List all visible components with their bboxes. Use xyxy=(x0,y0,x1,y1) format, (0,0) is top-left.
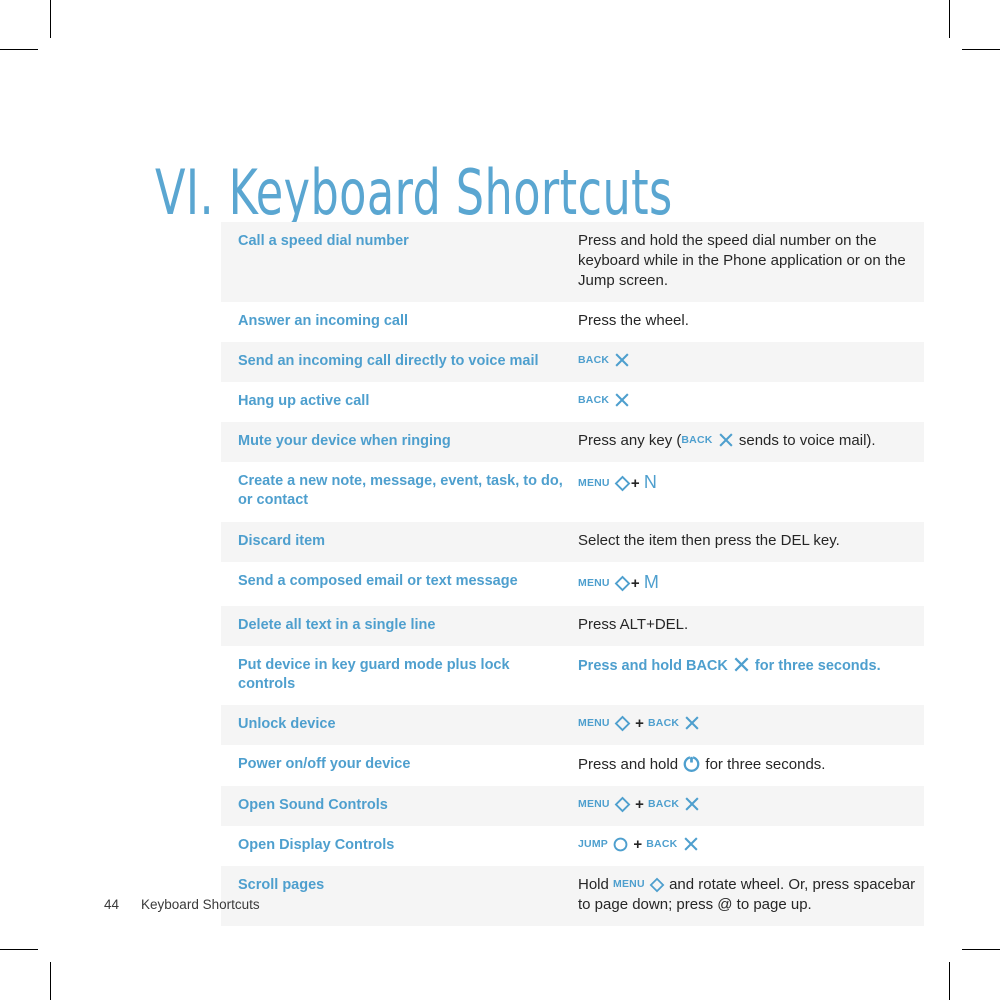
shortcut-action-label: Send a composed email or text message xyxy=(238,572,518,589)
table-row: Delete all text in a single line Press AL… xyxy=(221,605,924,646)
shortcut-action-label: Power on/off your device xyxy=(238,756,411,773)
shortcut-action-label: Put device in key guard mode plus lock c… xyxy=(238,656,510,692)
menu-diamond-icon xyxy=(614,796,631,813)
back-x-icon xyxy=(682,835,700,853)
table-row: Answer an incoming call Press the wheel. xyxy=(221,301,924,342)
shortcut-detail: Press and hold BACK for three seconds. xyxy=(578,646,924,705)
shortcut-detail: MENU + BACK xyxy=(578,705,924,745)
table-row: Open Sound Controls MENU + BACK xyxy=(221,786,924,827)
shortcut-action-label: Unlock device xyxy=(238,716,336,732)
crop-mark-top-left-horizontal xyxy=(0,49,38,50)
shortcut-detail: BACK xyxy=(578,342,924,382)
table-row: Create a new note, message, event, task,… xyxy=(221,462,924,522)
back-key-label: BACK xyxy=(646,838,678,851)
menu-diamond-icon xyxy=(614,475,631,492)
table-row: Put device in key guard mode plus lock c… xyxy=(221,645,924,705)
table-row: Power on/off your device Press and hold f… xyxy=(221,745,924,787)
crop-mark-bottom-left-vertical xyxy=(50,962,51,1000)
shortcut-action-label: Discard item xyxy=(238,532,326,549)
shortcut-detail: Press any key (BACK sends to voice mail)… xyxy=(578,431,876,450)
back-key-label: BACK xyxy=(578,353,610,366)
plus-separator: + xyxy=(633,836,643,854)
footer-section-label: Keyboard Shortcuts xyxy=(141,897,260,912)
table-row: Unlock device MENU + BACK xyxy=(221,705,924,746)
back-key-label: BACK xyxy=(648,798,680,811)
shortcut-action-label: Delete all text in a single line xyxy=(238,616,436,633)
menu-diamond-icon xyxy=(614,575,631,592)
shortcut-detail: MENU + BACK xyxy=(578,786,924,826)
shortcut-detail: Press and hold the speed dial number on … xyxy=(578,232,906,289)
back-x-icon xyxy=(732,655,751,674)
table-row: Scroll pages Hold MENU and rotate wheel. … xyxy=(221,866,924,927)
back-x-icon xyxy=(683,795,701,813)
shortcut-detail: Hold MENU and rotate wheel. Or, press sp… xyxy=(578,876,916,914)
shortcut-detail: MENU + M xyxy=(578,562,924,606)
back-key-label: BACK xyxy=(578,394,610,407)
shortcut-action-label: Open Display Controls xyxy=(238,837,395,854)
shortcut-action-label: Mute your device when ringing xyxy=(238,433,451,450)
page-footer: 44 Keyboard Shortcuts xyxy=(104,897,260,912)
page-title: VI. Keyboard Shortcuts xyxy=(155,155,673,229)
crop-mark-bottom-right-horizontal xyxy=(962,949,1000,950)
table-row: Open Display Controls JUMP + BACK xyxy=(221,826,924,867)
shortcut-detail: Press and hold for three seconds. xyxy=(578,754,826,774)
crop-mark-bottom-left-horizontal xyxy=(0,949,38,950)
back-x-icon xyxy=(717,431,735,449)
menu-key-label: MENU xyxy=(613,878,645,891)
crop-mark-top-left-vertical xyxy=(50,0,51,38)
table-row: Send an incoming call directly to voice … xyxy=(221,341,924,383)
back-x-icon xyxy=(683,714,701,732)
menu-diamond-icon xyxy=(614,715,631,732)
back-x-icon xyxy=(613,391,631,409)
footer-page-number: 44 xyxy=(104,897,120,912)
shortcut-action-label: Answer an incoming call xyxy=(238,312,409,329)
shortcut-detail: Press ALT+DEL. xyxy=(578,615,689,633)
key-letter: M xyxy=(643,571,659,592)
shortcut-action-label: Hang up active call xyxy=(238,393,370,410)
shortcut-action-label: Send an incoming call directly to voice … xyxy=(238,352,539,369)
crop-mark-bottom-right-vertical xyxy=(949,962,950,1000)
table-row: Mute your device when ringing Press any k… xyxy=(221,422,924,463)
shortcut-action-label: Scroll pages xyxy=(238,877,325,894)
crop-mark-top-right-horizontal xyxy=(962,49,1000,50)
plus-separator: + xyxy=(635,796,644,814)
plus-separator: + xyxy=(630,475,640,493)
menu-key-label: MENU xyxy=(578,798,610,811)
back-key-label: BACK xyxy=(681,434,713,447)
shortcut-action-label: Create a new note, message, event, task,… xyxy=(238,473,563,509)
menu-key-label: MENU xyxy=(578,576,610,589)
shortcut-action-label: Open Sound Controls xyxy=(238,797,388,814)
key-letter: N xyxy=(643,472,657,493)
shortcut-detail: MENU + N xyxy=(578,462,924,521)
shortcut-detail: JUMP + BACK xyxy=(578,826,924,866)
menu-diamond-icon xyxy=(649,877,665,893)
keyboard-shortcuts-table: Call a speed dial number Press and hold t… xyxy=(221,222,924,927)
shortcut-detail: Select the item then press the DEL key. xyxy=(578,531,840,549)
jump-key-label: JUMP xyxy=(578,838,608,851)
menu-key-label: MENU xyxy=(578,717,610,729)
shortcut-action-label: Call a speed dial number xyxy=(238,233,409,249)
table-row: Discard item Select the item then press t… xyxy=(221,521,924,562)
table-row: Call a speed dial number Press and hold t… xyxy=(221,222,924,302)
power-icon xyxy=(682,754,701,773)
shortcut-detail: Press the wheel. xyxy=(578,311,689,329)
table-row: Hang up active call BACK xyxy=(221,382,924,423)
menu-key-label: MENU xyxy=(578,477,610,490)
shortcut-detail: BACK xyxy=(578,382,924,422)
crop-mark-top-right-vertical xyxy=(949,0,950,38)
back-key-label: BACK xyxy=(648,717,680,729)
table-row: Send a composed email or text message MEN… xyxy=(221,561,924,606)
plus-separator: + xyxy=(630,574,640,592)
jump-circle-icon xyxy=(612,836,629,853)
plus-separator: + xyxy=(635,715,644,732)
back-x-icon xyxy=(613,351,631,369)
